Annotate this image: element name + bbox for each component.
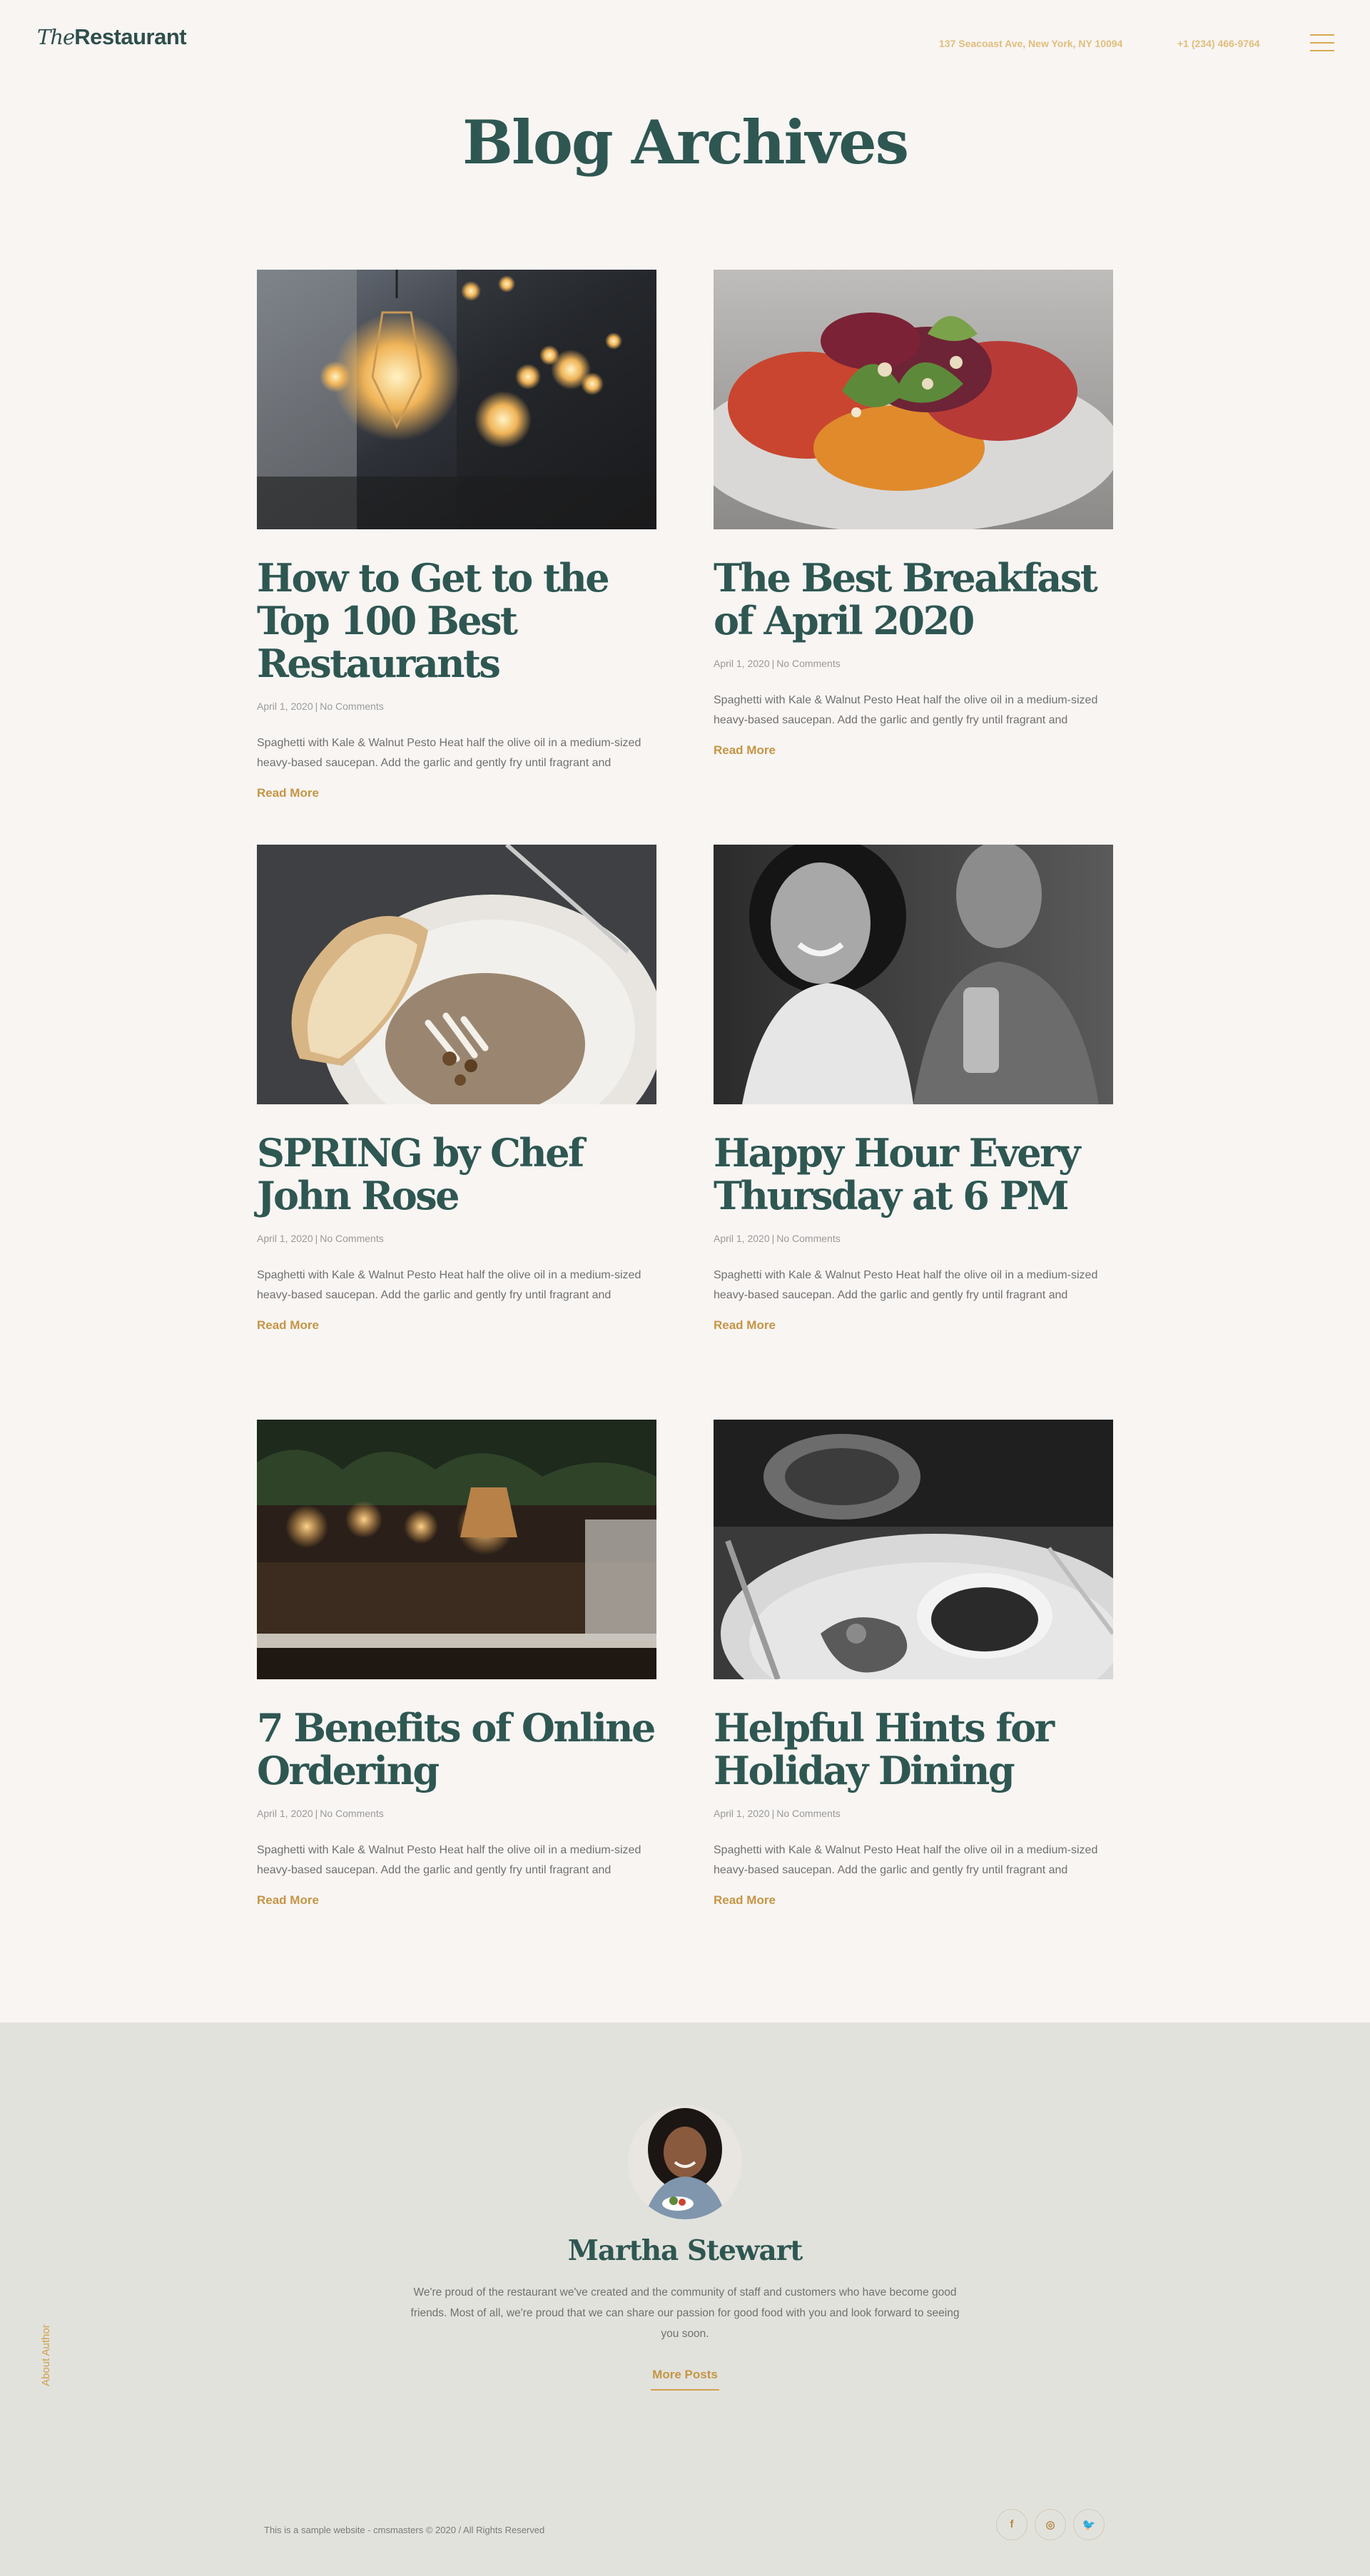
post-comments-link[interactable]: No Comments bbox=[320, 1233, 383, 1244]
soup-with-bread-photo bbox=[257, 845, 656, 1104]
header-address[interactable]: 137 Seacoast Ave, New York, NY 10094 bbox=[939, 38, 1122, 49]
post-date[interactable]: April 1, 2020 bbox=[257, 701, 313, 712]
post-meta: April 1, 2020 | No Comments bbox=[714, 1233, 1113, 1244]
restaurant-interior-hanging-lamp-photo bbox=[257, 270, 656, 529]
post-excerpt: Spaghetti with Kale & Walnut Pesto Heat … bbox=[714, 1844, 1098, 1876]
about-author-label-wrap: About Author bbox=[40, 2308, 54, 2386]
smiling-couple-photo bbox=[714, 845, 1113, 1104]
post-excerpt: Spaghetti with Kale & Walnut Pesto Heat … bbox=[257, 1269, 641, 1301]
plated-dish-photo bbox=[714, 1420, 1113, 1679]
post-card: The Best Breakfast of April 2020 April 1… bbox=[714, 270, 1113, 758]
post-meta: April 1, 2020 | No Comments bbox=[257, 1808, 656, 1819]
about-author-label: About Author bbox=[40, 2324, 52, 2386]
logo-restaurant: Restaurant bbox=[74, 24, 187, 49]
bar-interior-photo bbox=[257, 1420, 656, 1679]
more-posts-link[interactable]: More Posts bbox=[651, 2368, 719, 2391]
post-meta: April 1, 2020 | No Comments bbox=[714, 658, 1113, 669]
post-title[interactable]: How to Get to the Top 100 Best Restauran… bbox=[257, 556, 656, 685]
post-comments-link[interactable]: No Comments bbox=[320, 701, 383, 712]
post-date[interactable]: April 1, 2020 bbox=[257, 1808, 313, 1819]
post-card: How to Get to the Top 100 Best Restauran… bbox=[257, 270, 656, 800]
logo-the: The bbox=[37, 25, 75, 49]
post-date[interactable]: April 1, 2020 bbox=[714, 658, 770, 669]
post-comments-link[interactable]: No Comments bbox=[776, 658, 840, 669]
twitter-icon[interactable]: 🐦 bbox=[1073, 2509, 1105, 2540]
read-more-link[interactable]: Read More bbox=[257, 1318, 319, 1333]
meta-separator: | bbox=[771, 1808, 775, 1819]
post-excerpt: Spaghetti with Kale & Walnut Pesto Heat … bbox=[257, 737, 641, 769]
read-more-link[interactable]: Read More bbox=[257, 1893, 319, 1908]
post-date[interactable]: April 1, 2020 bbox=[714, 1233, 770, 1244]
post-date[interactable]: April 1, 2020 bbox=[714, 1808, 770, 1819]
post-title[interactable]: Happy Hour Every Thursday at 6 PM bbox=[714, 1131, 1113, 1217]
post-card: 7 Benefits of Online Ordering April 1, 2… bbox=[257, 1420, 656, 1908]
site-header: TheRestaurant 137 Seacoast Ave, New York… bbox=[0, 0, 1370, 86]
site-logo[interactable]: TheRestaurant bbox=[37, 24, 187, 50]
post-comments-link[interactable]: No Comments bbox=[776, 1233, 840, 1244]
author-photo bbox=[628, 2105, 742, 2219]
post-title[interactable]: SPRING by Chef John Rose bbox=[257, 1131, 656, 1217]
post-thumbnail[interactable] bbox=[257, 845, 656, 1104]
post-card: Happy Hour Every Thursday at 6 PM April … bbox=[714, 845, 1113, 1333]
post-meta: April 1, 2020 | No Comments bbox=[257, 1233, 656, 1244]
about-author-section: About Author Martha Stewart We're proud … bbox=[0, 2022, 1370, 2576]
meta-separator: | bbox=[315, 1808, 318, 1819]
post-thumbnail[interactable] bbox=[714, 1420, 1113, 1679]
post-meta: April 1, 2020 | No Comments bbox=[257, 701, 656, 712]
facebook-glyph: f bbox=[1010, 2518, 1014, 2530]
header-phone[interactable]: +1 (234) 466-9764 bbox=[1177, 38, 1260, 49]
post-meta: April 1, 2020 | No Comments bbox=[714, 1808, 1113, 1819]
read-more-link[interactable]: Read More bbox=[714, 1318, 776, 1333]
page: TheRestaurant 137 Seacoast Ave, New York… bbox=[0, 0, 1370, 2576]
instagram-glyph: ◎ bbox=[1045, 2519, 1055, 2531]
post-excerpt: Spaghetti with Kale & Walnut Pesto Heat … bbox=[714, 694, 1098, 726]
post-card: SPRING by Chef John Rose April 1, 2020 | N… bbox=[257, 845, 656, 1333]
hamburger-menu-icon[interactable] bbox=[1310, 34, 1334, 53]
author-bio: We're proud of the restaurant we've crea… bbox=[410, 2286, 960, 2340]
read-more-link[interactable]: Read More bbox=[257, 786, 319, 800]
post-comments-link[interactable]: No Comments bbox=[320, 1808, 383, 1819]
meta-separator: | bbox=[315, 1233, 318, 1244]
salad-dish-photo bbox=[714, 270, 1113, 529]
instagram-icon[interactable]: ◎ bbox=[1035, 2509, 1066, 2540]
post-thumbnail[interactable] bbox=[714, 270, 1113, 529]
meta-separator: | bbox=[771, 1233, 775, 1244]
post-title[interactable]: The Best Breakfast of April 2020 bbox=[714, 556, 1113, 642]
read-more-link[interactable]: Read More bbox=[714, 743, 776, 758]
post-date[interactable]: April 1, 2020 bbox=[257, 1233, 313, 1244]
post-excerpt: Spaghetti with Kale & Walnut Pesto Heat … bbox=[714, 1269, 1098, 1301]
page-title: Blog Archives bbox=[462, 107, 909, 178]
post-card: Helpful Hints for Holiday Dining April 1… bbox=[714, 1420, 1113, 1908]
author-name: Martha Stewart bbox=[567, 2234, 803, 2267]
post-thumbnail[interactable] bbox=[714, 845, 1113, 1104]
meta-separator: | bbox=[315, 701, 318, 712]
footer-copyright: This is a sample website - cmsmasters © … bbox=[264, 2525, 545, 2535]
post-title[interactable]: 7 Benefits of Online Ordering bbox=[257, 1706, 656, 1792]
post-title[interactable]: Helpful Hints for Holiday Dining bbox=[714, 1706, 1113, 1792]
author-avatar bbox=[628, 2105, 742, 2219]
meta-separator: | bbox=[771, 658, 775, 669]
post-thumbnail[interactable] bbox=[257, 1420, 656, 1679]
facebook-icon[interactable]: f bbox=[996, 2509, 1028, 2540]
post-thumbnail[interactable] bbox=[257, 270, 656, 529]
read-more-link[interactable]: Read More bbox=[714, 1893, 776, 1908]
post-excerpt: Spaghetti with Kale & Walnut Pesto Heat … bbox=[257, 1844, 641, 1876]
twitter-glyph: 🐦 bbox=[1082, 2519, 1096, 2531]
post-comments-link[interactable]: No Comments bbox=[776, 1808, 840, 1819]
